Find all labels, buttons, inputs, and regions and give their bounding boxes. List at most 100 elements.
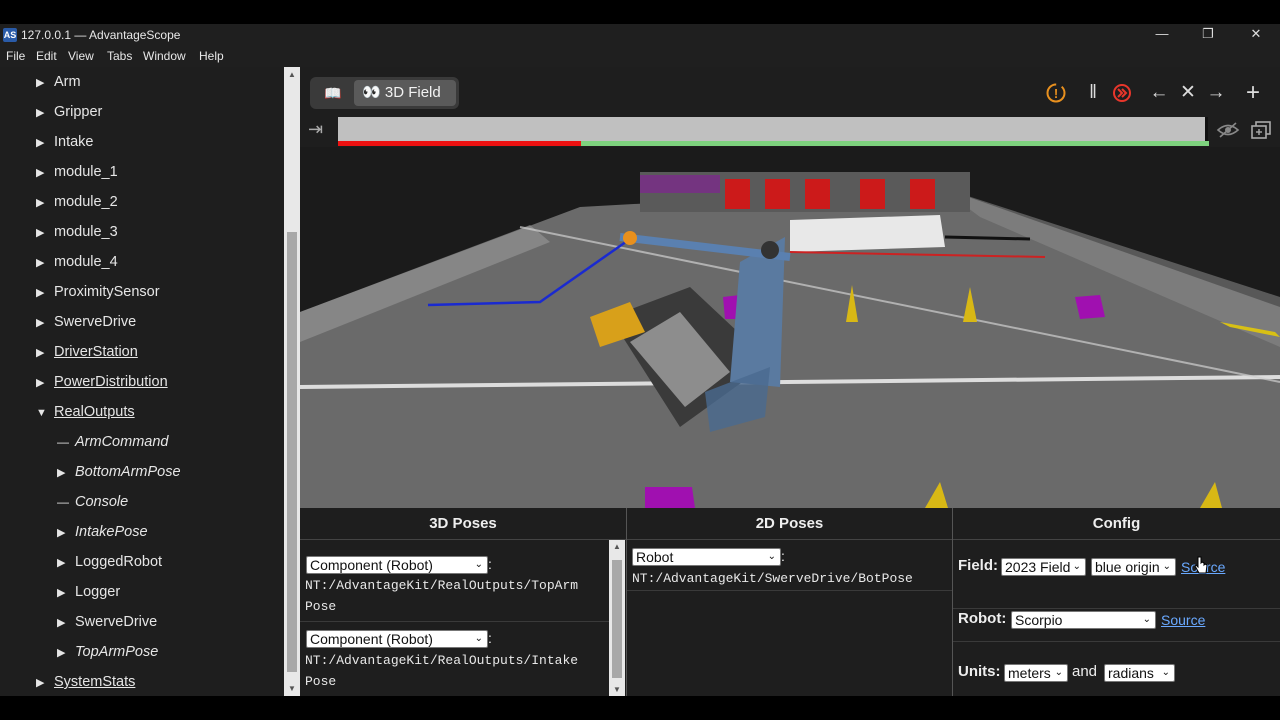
- live-icon[interactable]: [1110, 81, 1134, 105]
- menu-edit[interactable]: Edit: [36, 49, 57, 63]
- tree-item-label: LoggedRobot: [75, 554, 163, 570]
- scrollbar-thumb[interactable]: [612, 560, 622, 678]
- timeline-enabled-segment: [581, 141, 1209, 146]
- sidebar-scrollbar[interactable]: ▲ ▼: [284, 67, 300, 696]
- add-tab-icon[interactable]: +: [1241, 81, 1265, 105]
- expand-arrow-icon[interactable]: ▶: [36, 338, 54, 368]
- scroll-up-icon[interactable]: ▲: [288, 70, 296, 79]
- collapse-arrow-icon[interactable]: ▼: [36, 398, 54, 428]
- tree-item-powerdistribution[interactable]: ▶ PowerDistribution: [36, 367, 168, 397]
- chevron-down-icon: ⌄: [1161, 667, 1170, 678]
- tree-item-toparmpose[interactable]: ▶ TopArmPose: [57, 637, 158, 667]
- expand-arrow-icon[interactable]: ▶: [57, 458, 75, 488]
- origin-select[interactable]: blue origin ⌄: [1091, 558, 1176, 576]
- expand-arrow-icon[interactable]: ▶: [36, 188, 54, 218]
- back-arrow-icon[interactable]: ←: [1147, 81, 1171, 105]
- robot-select[interactable]: Scorpio ⌄: [1011, 611, 1156, 629]
- tree-item-proximitysensor[interactable]: ▶ ProximitySensor: [36, 277, 160, 307]
- tree-item-label: Console: [75, 494, 129, 510]
- expand-arrow-icon[interactable]: ▶: [36, 98, 54, 128]
- expand-arrow-icon[interactable]: ▶: [36, 248, 54, 278]
- pose-type-select[interactable]: Component (Robot) ⌄: [306, 630, 488, 648]
- 3d-field-view[interactable]: [300, 147, 1280, 508]
- select-value: 2023 Field: [1005, 559, 1071, 575]
- poses-scrollbar[interactable]: ▲ ▼: [609, 540, 625, 696]
- tree-item-swervedrive[interactable]: ▶ SwerveDrive: [36, 307, 136, 337]
- expand-arrow-icon[interactable]: ▶: [57, 548, 75, 578]
- expand-arrow-icon[interactable]: ▶: [36, 128, 54, 158]
- angle-units-select[interactable]: radians ⌄: [1104, 664, 1175, 682]
- chevron-down-icon: ⌄: [474, 559, 483, 570]
- tree-item-label: ProximitySensor: [54, 284, 160, 300]
- expand-arrow-icon[interactable]: ▶: [36, 218, 54, 248]
- tree-item-swervedrive-outputs[interactable]: ▶ SwerveDrive: [57, 607, 157, 637]
- expand-arrow-icon[interactable]: ▶: [57, 578, 75, 608]
- scroll-down-icon[interactable]: ▼: [613, 685, 621, 694]
- hand-cursor-svg: [1194, 556, 1208, 574]
- menu-tabs[interactable]: Tabs: [107, 49, 132, 63]
- tree-item-logger[interactable]: ▶ Logger: [57, 577, 120, 607]
- minimize-button[interactable]: —: [1142, 26, 1182, 46]
- menu-view[interactable]: View: [68, 49, 94, 63]
- expand-arrow-icon[interactable]: ▶: [57, 518, 75, 548]
- tree-item-driverstation[interactable]: ▶ DriverStation: [36, 337, 138, 367]
- tree-item-module-3[interactable]: ▶ module_3: [36, 217, 118, 247]
- tree-item-label: module_4: [54, 254, 118, 270]
- timeline[interactable]: ⇥: [300, 117, 1280, 147]
- tab-3d-field[interactable]: 👀 3D Field: [354, 80, 456, 106]
- tree-item-loggedrobot[interactable]: ▶ LoggedRobot: [57, 547, 162, 577]
- tree-item-module-4[interactable]: ▶ module_4: [36, 247, 118, 277]
- menu-file[interactable]: File: [6, 49, 25, 63]
- hide-icon[interactable]: [1216, 121, 1240, 144]
- expand-arrow-icon[interactable]: ▶: [57, 608, 75, 638]
- expand-arrow-icon[interactable]: ▶: [36, 68, 54, 98]
- expand-arrow-icon[interactable]: ▶: [36, 158, 54, 188]
- distance-units-select[interactable]: meters ⌄: [1004, 664, 1068, 682]
- tree-item-intake[interactable]: ▶ Intake: [36, 127, 94, 157]
- expand-arrow-icon[interactable]: ▶: [57, 638, 75, 668]
- window-svg: [1251, 121, 1271, 139]
- tree-item-module-2[interactable]: ▶ module_2: [36, 187, 118, 217]
- scroll-up-icon[interactable]: ▲: [613, 542, 621, 551]
- tree-item-gripper[interactable]: ▶ Gripper: [36, 97, 102, 127]
- scroll-down-icon[interactable]: ▼: [288, 684, 296, 693]
- popout-icon[interactable]: ⇥: [308, 119, 323, 140]
- pose-2d-type-select[interactable]: Robot ⌄: [632, 548, 781, 566]
- menu-window[interactable]: Window: [143, 49, 186, 63]
- robot-source-link[interactable]: Source: [1161, 612, 1205, 628]
- close-tab-icon[interactable]: ✕: [1176, 81, 1200, 105]
- alert-icon[interactable]: !: [1044, 81, 1068, 105]
- scrollbar-thumb[interactable]: [287, 232, 297, 672]
- expand-arrow-icon[interactable]: ▶: [36, 368, 54, 398]
- timeline-disabled-segment: [338, 141, 581, 146]
- pose-type-select[interactable]: Component (Robot) ⌄: [306, 556, 488, 574]
- tree-item-intakepose[interactable]: ▶ IntakePose: [57, 517, 148, 547]
- tree-item-realoutputs[interactable]: ▼ RealOutputs: [36, 397, 135, 427]
- tree-item-console[interactable]: — Console: [57, 487, 128, 517]
- new-window-icon[interactable]: [1250, 120, 1272, 145]
- chevron-down-icon: ⌄: [1054, 667, 1063, 678]
- tree-item-arm[interactable]: ▶ Arm: [36, 67, 81, 97]
- forward-arrow-icon[interactable]: →: [1204, 81, 1228, 105]
- row-separator: [627, 590, 952, 591]
- tree-item-module-1[interactable]: ▶ module_1: [36, 157, 118, 187]
- field-select[interactable]: 2023 Field ⌄: [1001, 558, 1086, 576]
- tree-item-systemstats[interactable]: ▶ SystemStats: [36, 667, 135, 696]
- expand-arrow-icon[interactable]: ▶: [36, 668, 54, 696]
- tab-documentation[interactable]: 📖: [314, 80, 352, 106]
- expand-arrow-icon[interactable]: ▶: [36, 278, 54, 308]
- tree-item-armcommand[interactable]: — ArmCommand: [57, 427, 168, 457]
- pose-path-line: NT:/AdvantageKit/SwerveDrive/BotPose: [632, 571, 913, 586]
- tree-item-bottomarmpose[interactable]: ▶ BottomArmPose: [57, 457, 181, 487]
- timeline-cursor[interactable]: [1205, 117, 1208, 141]
- tree-item-label: SwerveDrive: [75, 614, 158, 630]
- pause-icon[interactable]: ‖: [1081, 81, 1105, 105]
- timeline-bar[interactable]: [338, 117, 1206, 141]
- menu-help[interactable]: Help: [199, 49, 224, 63]
- close-window-button[interactable]: ✕: [1236, 26, 1276, 46]
- expand-arrow-icon[interactable]: ▶: [36, 308, 54, 338]
- maximize-button[interactable]: ❐: [1188, 26, 1228, 46]
- tree-item-label: ArmCommand: [75, 434, 169, 450]
- app-icon: AS: [3, 28, 17, 42]
- tree-item-label: RealOutputs: [54, 404, 135, 420]
